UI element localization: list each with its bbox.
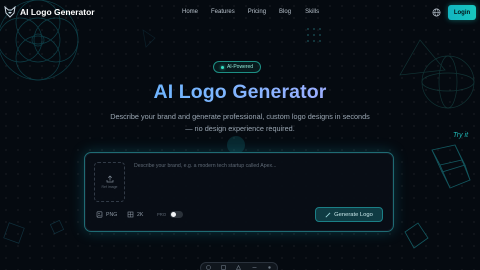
format-selector[interactable]: PNG bbox=[96, 211, 117, 218]
generator-card: Ref image PNG 2K PRO Generate Logo bbox=[84, 152, 394, 232]
nav-link-pricing[interactable]: Pricing bbox=[248, 9, 266, 15]
ai-powered-badge: AI-Powered bbox=[213, 61, 261, 73]
toolbar-icon-4[interactable] bbox=[252, 265, 257, 270]
login-button[interactable]: Login bbox=[448, 5, 476, 20]
grid-icon bbox=[127, 211, 134, 218]
toolbar-icon-3[interactable] bbox=[236, 265, 242, 270]
badge-label: AI-Powered bbox=[226, 64, 254, 70]
nav-link-home[interactable]: Home bbox=[182, 9, 198, 15]
upload-label: Ref image bbox=[101, 185, 118, 189]
globe-icon[interactable] bbox=[432, 8, 441, 17]
generate-logo-label: Generate Logo bbox=[334, 211, 373, 218]
try-it-hint: Try it bbox=[453, 132, 469, 139]
bottom-toolbar bbox=[200, 262, 278, 270]
generate-logo-button[interactable]: Generate Logo bbox=[315, 207, 383, 222]
toolbar-icon-1[interactable] bbox=[206, 265, 211, 270]
nav-links: Home Features Pricing Blog Skills bbox=[182, 9, 319, 15]
pro-toggle[interactable] bbox=[170, 211, 184, 218]
toolbar-icon-2[interactable] bbox=[221, 265, 226, 270]
brand-description-input[interactable] bbox=[134, 163, 386, 201]
toolbar-icon-5[interactable] bbox=[267, 265, 272, 270]
brand-name: AI Logo Generator bbox=[20, 7, 95, 17]
hero-subtitle: Describe your brand and generate profess… bbox=[110, 112, 370, 133]
resolution-selector[interactable]: 2K bbox=[127, 211, 143, 218]
nav-link-features[interactable]: Features bbox=[211, 9, 235, 15]
reference-image-upload[interactable]: Ref image bbox=[94, 162, 125, 202]
image-file-icon bbox=[96, 211, 103, 218]
nav-link-skills[interactable]: Skills bbox=[305, 9, 319, 15]
pro-toggle-group: PRO bbox=[157, 211, 184, 218]
nav-link-blog[interactable]: Blog bbox=[279, 9, 291, 15]
fox-logo-icon bbox=[4, 6, 16, 18]
resolution-label: 2K bbox=[137, 211, 144, 218]
pro-label: PRO bbox=[157, 212, 167, 217]
wand-icon bbox=[325, 211, 331, 217]
brand[interactable]: AI Logo Generator bbox=[4, 6, 95, 18]
format-label: PNG bbox=[106, 211, 118, 218]
toggle-knob bbox=[171, 212, 177, 217]
page-title: AI Logo Generator bbox=[0, 81, 480, 104]
top-nav: AI Logo Generator Home Features Pricing … bbox=[0, 0, 480, 26]
status-dot bbox=[220, 65, 224, 69]
upload-icon bbox=[106, 175, 113, 183]
